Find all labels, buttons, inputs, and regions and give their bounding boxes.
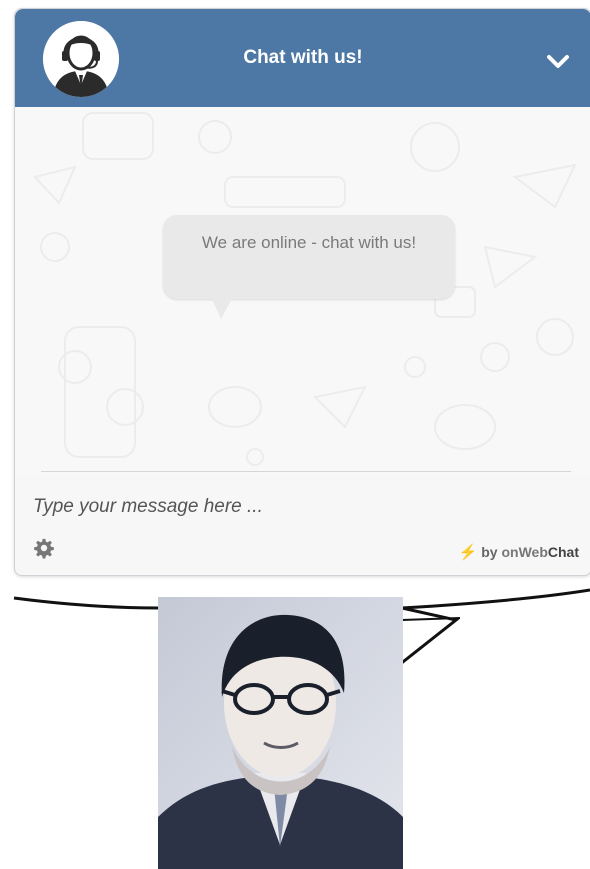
welcome-message-bubble: We are online - chat with us! — [163, 215, 455, 299]
branding-prefix: by — [481, 544, 502, 560]
person-portrait-image — [158, 597, 403, 869]
chat-widget: Chat with us! We are online - chat with … — [14, 8, 590, 576]
brand-name-bold: Chat — [547, 544, 579, 560]
message-input[interactable] — [33, 489, 553, 525]
chat-header: Chat with us! — [15, 9, 590, 107]
chat-messages-area: We are online - chat with us! — [15, 107, 590, 475]
brand-name-light: onWeb — [501, 544, 548, 560]
chevron-down-icon[interactable] — [543, 49, 573, 75]
bubble-tail — [211, 297, 233, 319]
lightning-icon: ⚡ — [458, 544, 478, 561]
gear-icon[interactable] — [33, 537, 55, 559]
powered-by-link[interactable]: ⚡ by onWebChat — [459, 543, 579, 561]
divider — [41, 471, 571, 472]
chat-title: Chat with us! — [243, 47, 363, 68]
